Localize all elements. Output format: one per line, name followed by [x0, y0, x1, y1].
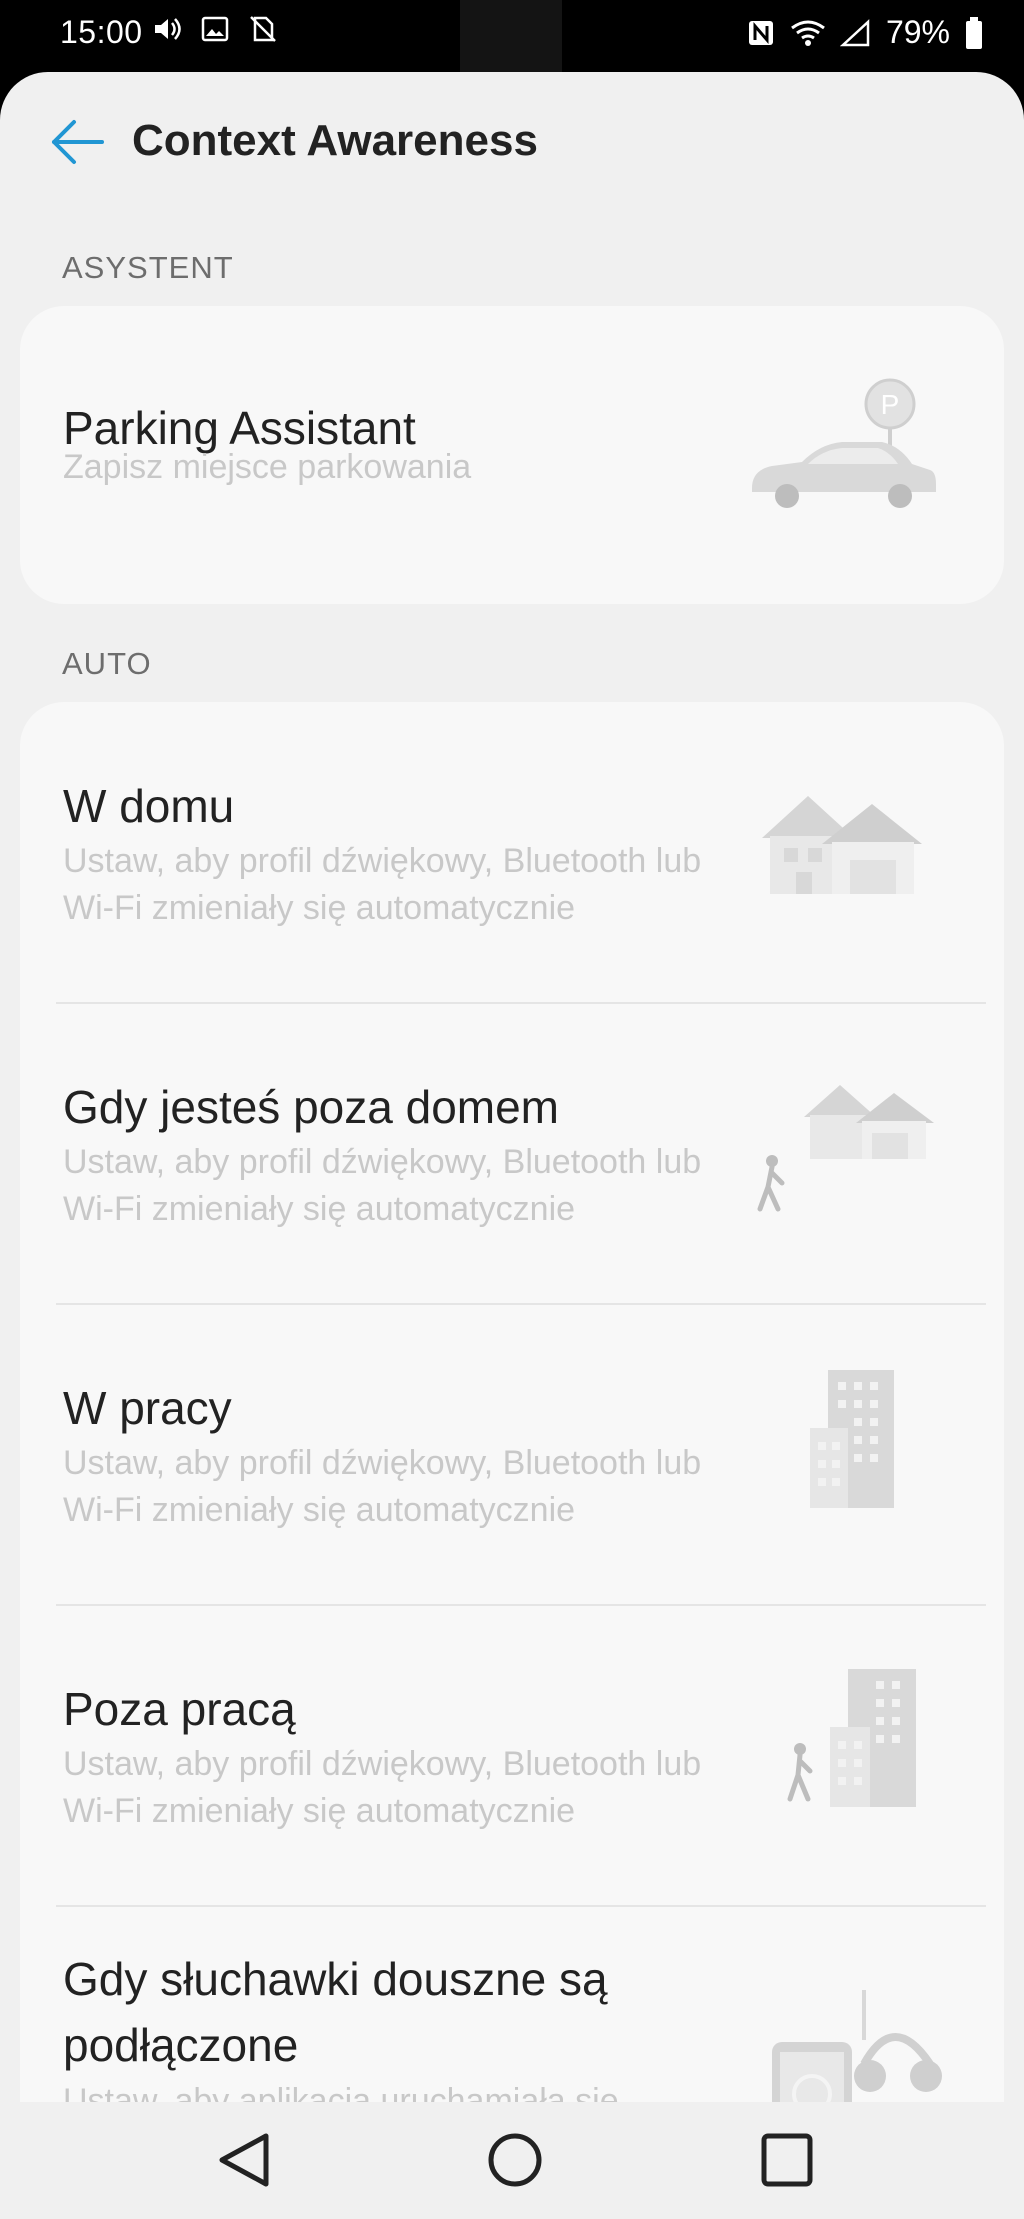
section-label-assistant: ASYSTENT	[62, 250, 234, 285]
image-icon	[201, 16, 229, 42]
house-walking-icon	[757, 1085, 934, 1212]
auto-item-home[interactable]: W domu Ustaw, aby profil dźwiękowy, Blue…	[20, 702, 1004, 1002]
auto-item-subtitle: Ustaw, aby aplikacja uruchamiała się	[63, 2082, 619, 2102]
back-button[interactable]	[48, 116, 108, 168]
parking-assistant-item[interactable]: Parking Assistant Zapisz miejsce parkowa…	[20, 306, 1004, 604]
status-left-icons	[152, 14, 278, 44]
auto-item-earphones[interactable]: Gdy słuchawki douszne są podłączone Usta…	[20, 1906, 1004, 2102]
auto-item-work[interactable]: W pracy Ustaw, aby profil dźwiękowy, Blu…	[20, 1304, 1004, 1604]
auto-item-subtitle: Ustaw, aby profil dźwiękowy, Bluetooth l…	[63, 1745, 702, 1830]
section-label-auto: AUTO	[62, 646, 152, 681]
auto-item-title: Poza pracą	[63, 1683, 296, 1735]
nav-home-button[interactable]	[480, 2130, 550, 2190]
battery-icon	[966, 16, 982, 49]
screen: Context Awareness ASYSTENT Parking Assis…	[0, 72, 1024, 2102]
auto-item-subtitle: Ustaw, aby profil dźwiękowy, Bluetooth l…	[63, 842, 702, 927]
auto-item-title: Gdy jesteś poza domem	[63, 1081, 560, 1133]
volume-icon	[155, 18, 181, 40]
nav-recents-button[interactable]	[752, 2130, 822, 2190]
status-bar: 15:00 79%	[0, 0, 1024, 120]
auto-item-away-work[interactable]: Poza pracą Ustaw, aby profil dźwiękowy, …	[20, 1605, 1004, 1905]
earphones-phone-icon	[772, 1990, 942, 2102]
house-icon	[762, 796, 922, 894]
arrow-left-icon	[52, 120, 104, 164]
auto-item-title: Gdy słuchawki douszne są podłączone	[63, 1953, 608, 2071]
status-time: 15:00	[60, 14, 143, 50]
auto-item-title: W domu	[63, 780, 235, 832]
auto-item-title: W pracy	[63, 1382, 232, 1434]
signal-icon	[839, 18, 870, 46]
battery-percent: 79%	[885, 14, 950, 50]
nfc-icon	[748, 20, 773, 45]
auto-item-away-home[interactable]: Gdy jesteś poza domem Ustaw, aby profil …	[20, 1003, 1004, 1303]
recents-nav-icon	[761, 2133, 813, 2187]
parking-assistant-subtitle: Zapisz miejsce parkowania	[63, 448, 472, 486]
home-nav-icon	[488, 2133, 542, 2187]
back-nav-icon	[219, 2133, 269, 2187]
status-right: 79%	[746, 14, 984, 51]
auto-item-subtitle: Ustaw, aby profil dźwiękowy, Bluetooth l…	[63, 1143, 702, 1228]
office-building-icon	[810, 1370, 894, 1508]
wifi-icon	[791, 20, 825, 46]
office-walking-icon	[787, 1669, 916, 1807]
parking-car-icon: P	[752, 378, 936, 508]
app-bar: Context Awareness	[0, 72, 1024, 212]
auto-item-subtitle: Ustaw, aby profil dźwiękowy, Bluetooth l…	[63, 1444, 702, 1529]
navigation-bar	[0, 2102, 1024, 2219]
nav-back-button[interactable]	[210, 2130, 280, 2190]
parking-sign-letter: P	[881, 389, 900, 420]
page-title: Context Awareness	[132, 116, 538, 165]
no-sim-icon	[250, 16, 276, 42]
assistant-card: Parking Assistant Zapisz miejsce parkowa…	[20, 306, 1004, 604]
auto-card: W domu Ustaw, aby profil dźwiękowy, Blue…	[20, 702, 1004, 2102]
